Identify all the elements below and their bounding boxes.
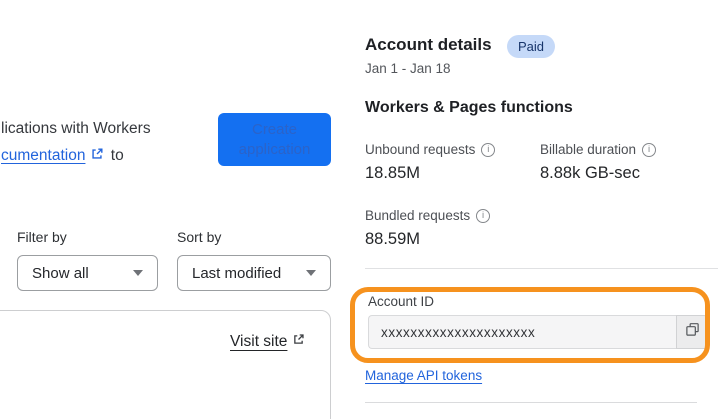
manage-api-tokens-link[interactable]: Manage API tokens [365,368,482,383]
info-icon[interactable]: i [481,142,496,157]
create-application-label-line1: Create [251,120,298,138]
info-icon[interactable]: i [476,208,491,223]
visit-site-link[interactable]: Visit site [230,333,307,351]
intro-text: lications with Workers cumentation to [1,115,151,170]
plan-badge: Paid [507,35,556,58]
account-id-input[interactable] [368,315,676,349]
project-card [0,310,331,419]
dashboard-screenshot: lications with Workers cumentation to Cr… [0,0,718,419]
sort-by-label: Sort by [177,229,222,245]
visit-site-label: Visit site [230,333,288,350]
copy-button[interactable] [676,315,708,349]
stat-label: Billable duration i [540,142,657,157]
external-link-icon [292,333,305,351]
divider [365,268,718,269]
divider [365,402,697,403]
stat-label-text: Billable duration [540,142,637,157]
stat-billable-duration: Billable duration i 8.88k GB-sec [540,142,657,183]
chevron-down-icon [133,270,143,276]
stat-bundled-requests: Bundled requests i 88.59M [365,208,491,249]
stat-value: 88.59M [365,230,421,248]
create-application-button[interactable]: Create application [218,113,331,166]
stat-value: 18.85M [365,164,421,182]
date-range: Jan 1 - Jan 18 [365,61,451,76]
stat-label-text: Bundled requests [365,208,471,223]
stat-label: Unbound requests i [365,142,496,157]
account-id-row [368,315,708,349]
stat-label-text: Unbound requests [365,142,476,157]
create-application-label-line2: application [238,140,311,158]
chevron-down-icon [306,270,316,276]
sort-dropdown[interactable]: Last modified [177,255,331,291]
account-details-title: Account details [365,35,492,54]
intro-line-2-tail: to [110,147,124,164]
filter-dropdown[interactable]: Show all [17,255,158,291]
info-icon[interactable]: i [642,142,657,157]
sort-dropdown-value: Last modified [192,264,282,282]
external-link-icon [90,143,104,170]
account-id-label: Account ID [368,294,435,309]
stat-unbound-requests: Unbound requests i 18.85M [365,142,496,183]
intro-line-2: cumentation to [1,142,151,170]
filter-by-label: Filter by [17,229,67,245]
stat-value: 8.88k GB-sec [540,164,640,182]
filter-dropdown-value: Show all [32,264,89,282]
copy-icon [685,322,700,342]
functions-section-title: Workers & Pages functions [365,99,573,116]
intro-line-1: lications with Workers [1,120,151,137]
stat-label: Bundled requests i [365,208,491,223]
documentation-link[interactable]: cumentation [1,147,85,164]
